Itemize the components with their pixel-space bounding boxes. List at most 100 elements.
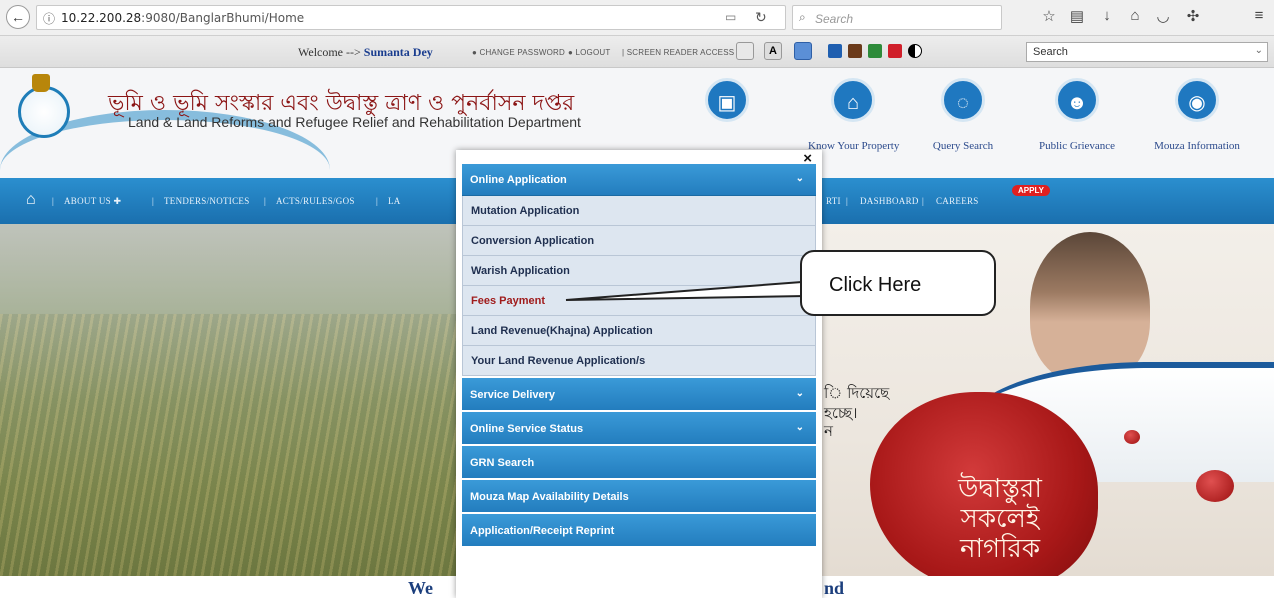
menu-service-delivery[interactable]: Service Delivery ⌄ <box>462 376 816 410</box>
click-here-callout: Click Here <box>800 250 996 316</box>
nav-separator: | <box>152 196 155 206</box>
quick-link-label: Public Grievance <box>1038 140 1116 152</box>
menu-item-conversion[interactable]: Conversion Application <box>462 226 816 256</box>
url-host: 10.22.200.28 <box>61 11 142 25</box>
menu-receipt-reprint[interactable]: Application/Receipt Reprint <box>462 512 816 546</box>
menu-service-delivery-label: Service Delivery <box>470 389 556 401</box>
menu-grn-search[interactable]: GRN Search <box>462 444 816 478</box>
banner-text-line: ন <box>824 422 833 440</box>
chevron-down-icon: ⌄ <box>795 173 804 184</box>
quick-link-label: Query Search <box>932 140 994 152</box>
chat-icon: ◌ <box>941 78 985 122</box>
callout-text: Click Here <box>829 274 922 296</box>
menu-item-warish[interactable]: Warish Application <box>462 256 816 286</box>
menu-online-service-status[interactable]: Online Service Status ⌄ <box>462 410 816 444</box>
font-size-icon[interactable]: A <box>764 42 782 60</box>
menu-online-application-label: Online Application <box>470 174 567 186</box>
color-red-button[interactable] <box>888 44 902 58</box>
chevron-down-icon: ⌄ <box>1254 45 1263 56</box>
menu-item-fees-payment[interactable]: Fees Payment <box>462 286 816 316</box>
download-icon[interactable]: ↓ <box>1098 7 1116 24</box>
menu-icon[interactable]: ≡ <box>1250 7 1268 24</box>
id-card-icon: ▣ <box>705 78 749 122</box>
search-icon: ⌕ <box>799 10 806 24</box>
chevron-down-icon: ⌄ <box>795 422 804 433</box>
language-select[interactable]: Search ⌄ <box>1026 42 1268 62</box>
menu-online-service-status-label: Online Service Status <box>470 423 584 435</box>
reader-view-icon[interactable]: ▭ <box>725 10 736 24</box>
online-services-modal: × Online Application ⌄ Mutation Applicat… <box>456 150 822 598</box>
wax-drop-image <box>1124 430 1140 444</box>
menu-item-your-land-revenue[interactable]: Your Land Revenue Application/s <box>462 346 816 376</box>
browser-toolbar: ← ⓘ 10.22.200.28:9080/BanglarBhumi/Home … <box>0 0 1274 36</box>
quick-link-mouza-information[interactable]: ◉ Mouza Information <box>1152 78 1242 152</box>
nav-separator: | <box>922 196 925 206</box>
home-icon[interactable]: ⌂ <box>1126 7 1144 24</box>
contrast-icon[interactable] <box>908 44 922 58</box>
browser-search-placeholder: Search <box>815 12 854 26</box>
logout-label: LOGOUT <box>575 48 611 57</box>
menu-online-application[interactable]: Online Application ⌄ <box>462 164 816 196</box>
menu-item-land-revenue[interactable]: Land Revenue(Khajna) Application <box>462 316 816 346</box>
address-bar[interactable]: ⓘ 10.22.200.28:9080/BanglarBhumi/Home ▭ … <box>36 5 786 30</box>
download-page-icon[interactable] <box>736 42 754 60</box>
quick-link-apply[interactable]: ▣ <box>682 78 772 122</box>
screen-reader-link[interactable]: | SCREEN READER ACCESS | <box>622 48 739 57</box>
url-text: 10.22.200.28:9080/BanglarBhumi/Home <box>61 11 304 25</box>
nav-about-us[interactable]: ABOUT US ✚ <box>64 196 121 207</box>
nav-tenders[interactable]: TENDERS/NOTICES <box>164 196 250 206</box>
reload-icon[interactable]: ↻ <box>755 9 767 26</box>
department-logo <box>18 86 70 138</box>
nav-home-icon[interactable]: ⌂ <box>26 191 36 209</box>
globe-icon: ◉ <box>1175 78 1219 122</box>
welcome-text: Welcome --> Sumanta Dey <box>298 45 433 60</box>
color-green-button[interactable] <box>868 44 882 58</box>
nav-rti[interactable]: RTI <box>826 196 841 206</box>
browser-search-input[interactable]: ⌕ Search <box>792 5 1002 30</box>
nav-la[interactable]: LA <box>388 196 401 206</box>
department-title-english: Land & Land Reforms and Refugee Relief a… <box>128 114 581 130</box>
home-icon: ⌂ <box>831 78 875 122</box>
welcome-prefix: Welcome --> <box>298 45 361 59</box>
quick-link-query-search[interactable]: ◌ Query Search <box>918 78 1008 152</box>
services-menu: Online Application ⌄ Mutation Applicatio… <box>462 164 816 546</box>
color-blue-button[interactable] <box>828 44 842 58</box>
quick-link-know-property[interactable]: ⌂ Know Your Property <box>808 78 899 152</box>
nav-separator: | <box>376 196 379 206</box>
quick-link-public-grievance[interactable]: ☻ Public Grievance <box>1032 78 1122 152</box>
wax-drop-image <box>1196 470 1234 502</box>
change-password-link[interactable]: ● CHANGE PASSWORD <box>472 48 565 57</box>
info-icon[interactable]: ⓘ <box>43 10 55 27</box>
nav-separator: | <box>52 196 55 206</box>
logout-link[interactable]: ● LOGOUT <box>568 48 610 57</box>
pocket-icon[interactable]: ◡ <box>1154 7 1172 25</box>
nav-dashboard[interactable]: DASHBOARD <box>860 196 919 206</box>
welcome-bar: Welcome --> Sumanta Dey ● CHANGE PASSWOR… <box>0 36 1274 68</box>
apply-badge[interactable]: APPLY <box>1012 185 1050 196</box>
chevron-down-icon: ⌄ <box>795 388 804 399</box>
theme-icon[interactable] <box>794 42 812 60</box>
language-select-value: Search <box>1033 46 1068 58</box>
welcome-heading-right: nd <box>824 578 845 598</box>
users-icon: ☻ <box>1055 78 1099 122</box>
seal-text-line: নাগরিক <box>959 534 1041 564</box>
menu-item-mutation[interactable]: Mutation Application <box>462 196 816 226</box>
nav-careers[interactable]: CAREERS <box>936 196 979 206</box>
change-password-label: CHANGE PASSWORD <box>479 48 565 57</box>
back-arrow-icon[interactable]: ← <box>6 5 30 29</box>
welcome-heading-left: We <box>408 578 433 598</box>
portrait-image <box>1030 232 1150 382</box>
reading-list-icon[interactable]: ▤ <box>1068 7 1086 25</box>
emblem-icon <box>32 74 50 92</box>
quick-link-label: Mouza Information <box>1154 140 1240 152</box>
screen-reader-label: SCREEN READER ACCESS <box>626 48 735 57</box>
nav-separator: | <box>264 196 267 206</box>
bookmark-star-icon[interactable]: ☆ <box>1040 7 1058 25</box>
color-brown-button[interactable] <box>848 44 862 58</box>
user-name: Sumanta Dey <box>363 45 433 59</box>
extension-icon[interactable]: ✣ <box>1184 7 1202 25</box>
nav-separator: | <box>846 196 849 206</box>
url-path: :9080/BanglarBhumi/Home <box>141 11 305 25</box>
nav-acts[interactable]: ACTS/RULES/GOS <box>276 196 355 206</box>
menu-mouza-map[interactable]: Mouza Map Availability Details <box>462 478 816 512</box>
